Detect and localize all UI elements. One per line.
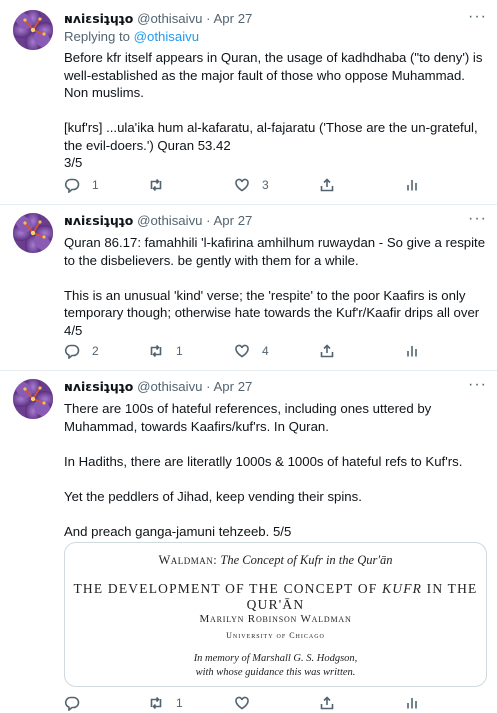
heart-icon [235,178,249,192]
replying-to-link[interactable]: @othisaivu [134,29,199,44]
analytics-button[interactable] [404,175,420,195]
avatar[interactable] [13,213,53,253]
share-icon [320,696,334,710]
tweet[interactable]: ɴʌiɛsiʇɥʇo @othisaivu · Apr 27 ··· Quran… [0,205,497,371]
display-name[interactable]: ɴʌiɛsiʇɥʇo [64,213,133,228]
retweet-button[interactable]: 1 [148,341,183,361]
retweet-button[interactable] [148,175,176,195]
share-icon [320,178,334,192]
reply-button[interactable] [64,693,92,713]
analytics-button[interactable] [404,693,420,713]
like-button[interactable] [234,693,262,713]
tweet-header: ɴʌiɛsiʇɥʇo @othisaivu · Apr 27 ··· [64,376,487,396]
separator: · [206,11,211,26]
tweet[interactable]: ɴʌiɛsiʇɥʇo @othisaivu · Apr 27 ··· Reply… [0,0,497,205]
heart-icon [235,344,249,358]
image-title-main: THE DEVELOPMENT OF THE CONCEPT OF [73,581,383,596]
tweet-actions: 1 3 [64,175,424,195]
tweet-date[interactable]: Apr 27 [214,379,253,394]
tweet-text: Before kfr itself appears in Quran, the … [64,50,483,170]
tweet-actions: 2 1 4 [64,341,424,361]
retweet-icon [150,344,162,358]
like-button[interactable]: 3 [234,175,269,195]
handle[interactable]: @othisaivu [137,213,202,228]
image-header-author: Waldman: [158,553,218,567]
reply-icon [64,178,80,193]
more-icon[interactable]: ··· [468,376,487,394]
reply-icon [64,344,80,359]
replying-to: Replying to @othisaivu [64,28,487,46]
analytics-button[interactable] [404,341,420,361]
heart-icon [235,696,249,710]
tweet-date[interactable]: Apr 27 [214,11,253,26]
retweet-count: 1 [176,344,183,358]
share-button[interactable] [319,693,335,713]
tweet-text: There are 100s of hateful references, in… [64,401,463,539]
handle[interactable]: @othisaivu [137,379,202,394]
image-title: THE DEVELOPMENT OF THE CONCEPT OF KUFR I… [65,581,486,613]
separator: · [206,213,211,228]
like-count: 3 [262,178,269,192]
analytics-icon [407,346,417,357]
analytics-icon [407,698,417,709]
reply-button[interactable]: 1 [64,175,99,195]
tweet[interactable]: ɴʌiɛsiʇɥʇo @othisaivu · Apr 27 ··· There… [0,371,497,713]
like-button[interactable]: 4 [234,341,269,361]
tweet-image[interactable]: Waldman: The Concept of Kufr in the Qur'… [64,542,487,687]
tweet-text: Quran 86.17: famahhili 'l-kafirina amhil… [64,235,486,338]
image-dedication: In memory of Marshall G. S. Hodgson, wit… [193,653,358,678]
tweet-actions: 1 [64,693,424,713]
separator: · [206,379,211,394]
retweet-icon [150,178,162,192]
image-author: Marilyn Robinson Waldman [199,613,352,625]
share-button[interactable] [319,341,335,361]
retweet-count: 1 [176,696,183,710]
tweet-header: ɴʌiɛsiʇɥʇo @othisaivu · Apr 27 ··· [64,210,487,230]
replying-prefix: Replying to [64,29,134,44]
reply-count: 2 [92,344,99,358]
analytics-icon [407,180,417,191]
avatar[interactable] [13,10,53,50]
image-running-header: Waldman: The Concept of Kufr in the Qur'… [65,553,486,568]
tweet-header: ɴʌiɛsiʇɥʇo @othisaivu · Apr 27 ··· [64,8,487,28]
handle[interactable]: @othisaivu [137,11,202,26]
more-icon[interactable]: ··· [468,210,487,228]
like-count: 4 [262,344,269,358]
image-affiliation: University of Chicago [226,631,325,640]
image-title-kufr: KUFR [382,581,423,596]
avatar[interactable] [13,379,53,419]
share-icon [320,344,334,358]
reply-count: 1 [92,178,99,192]
more-icon[interactable]: ··· [468,8,487,26]
display-name[interactable]: ɴʌiɛsiʇɥʇo [64,379,133,394]
display-name[interactable]: ɴʌiɛsiʇɥʇo [64,11,133,26]
image-header-title: The Concept of Kufr in the Qur'ān [220,553,393,567]
reply-button[interactable]: 2 [64,341,99,361]
retweet-icon [150,696,162,710]
share-button[interactable] [319,175,335,195]
tweet-date[interactable]: Apr 27 [214,213,253,228]
retweet-button[interactable]: 1 [148,693,183,713]
reply-icon [64,696,80,711]
